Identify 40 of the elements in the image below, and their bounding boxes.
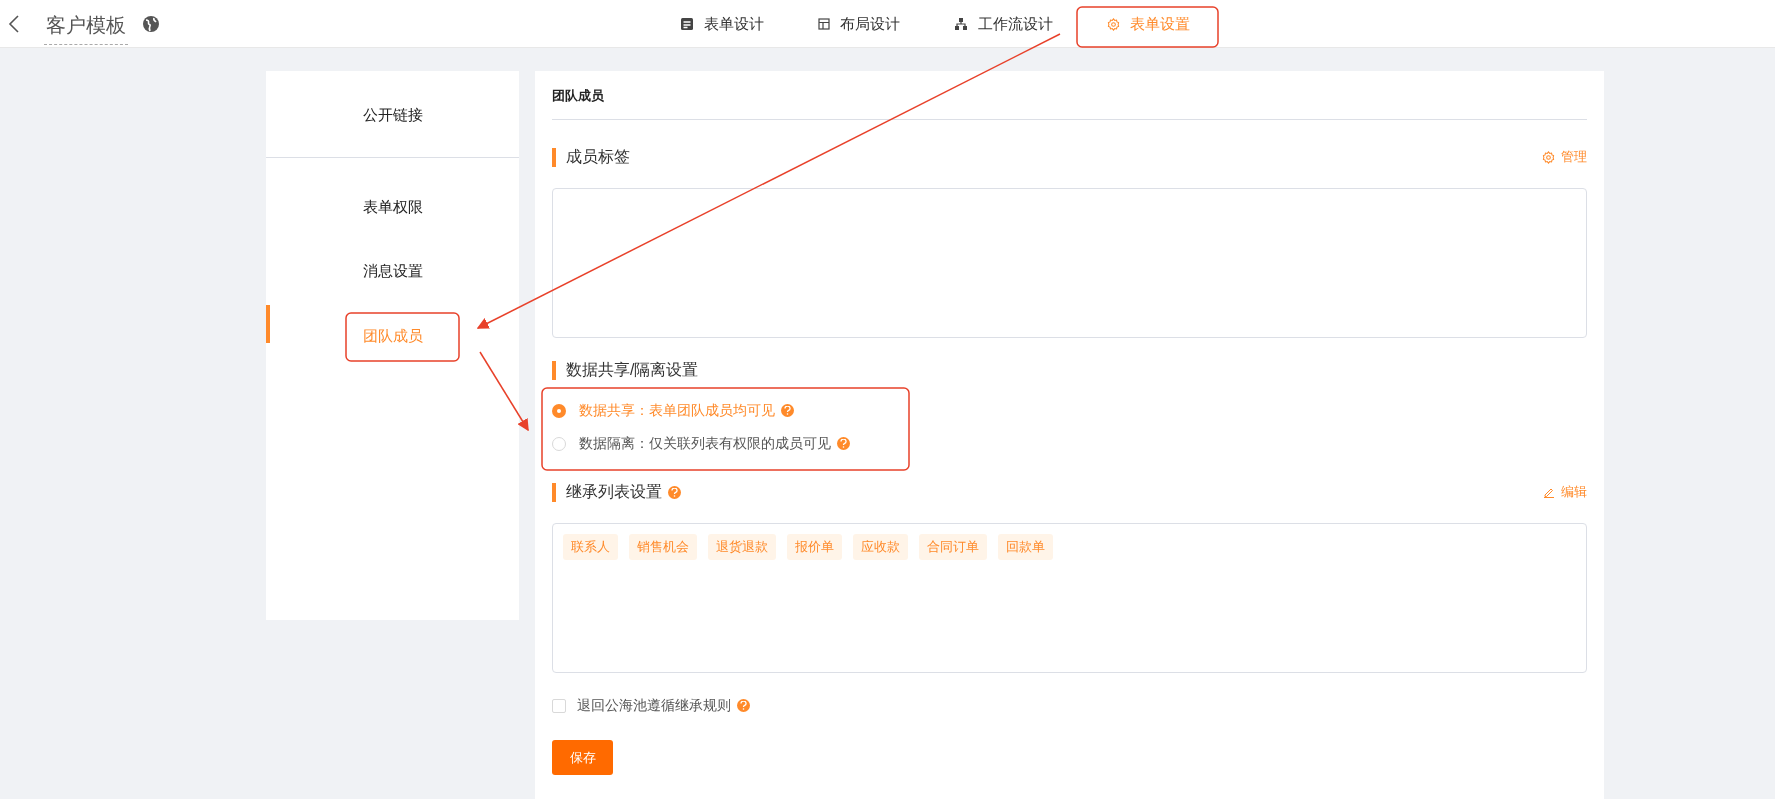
active-indicator	[266, 304, 270, 343]
checkbox-label: 退回公海池遵循继承规则	[577, 696, 731, 715]
form-icon	[680, 17, 694, 31]
help-icon	[837, 437, 850, 450]
list-tag: 报价单	[787, 534, 842, 560]
list-tag: 应收款	[853, 534, 908, 560]
nav-tab[interactable]: 布局设计	[798, 0, 920, 48]
list-tag: 联系人	[563, 534, 618, 560]
sidebar-item[interactable]: 消息设置	[362, 260, 423, 283]
accent-bar	[552, 360, 556, 380]
radio-label: 数据隔离：仅关联列表有权限的成员可见	[579, 434, 831, 453]
sidebar-item[interactable]: 公开链接	[362, 104, 423, 127]
layout-icon	[818, 18, 830, 30]
list-tag: 退货退款	[708, 534, 776, 560]
list-tag: 合同订单	[919, 534, 987, 560]
accent-bar	[552, 482, 556, 502]
list-tag: 回款单	[998, 534, 1053, 560]
hierarchy-icon	[954, 17, 968, 31]
globe-icon[interactable]	[142, 14, 160, 33]
settings-icon	[1107, 17, 1120, 31]
section-title: 继承列表设置	[566, 482, 662, 502]
section-title: 成员标签	[566, 147, 630, 167]
panel-title: 团队成员	[552, 88, 604, 103]
help-icon	[781, 404, 794, 417]
checkbox[interactable]	[552, 698, 566, 713]
accent-bar	[552, 147, 556, 167]
section-title: 数据共享/隔离设置	[566, 360, 699, 380]
radio-label: 数据共享：表单团队成员均可见	[579, 401, 775, 420]
help-icon	[668, 485, 681, 499]
nav-tab[interactable]: 表单设计	[660, 0, 784, 48]
pencil-icon	[1543, 486, 1555, 498]
sidebar-item[interactable]: 表单权限	[362, 195, 423, 218]
nav-tab[interactable]: 工作流设计	[934, 0, 1073, 48]
form-title: 客户模板	[44, 10, 128, 45]
radio-button[interactable]	[552, 436, 566, 451]
settings-icon	[1542, 150, 1555, 164]
help-icon	[737, 699, 750, 712]
list-tag: 销售机会	[629, 534, 697, 560]
back-icon[interactable]	[8, 13, 20, 34]
radio-button[interactable]	[552, 403, 566, 418]
